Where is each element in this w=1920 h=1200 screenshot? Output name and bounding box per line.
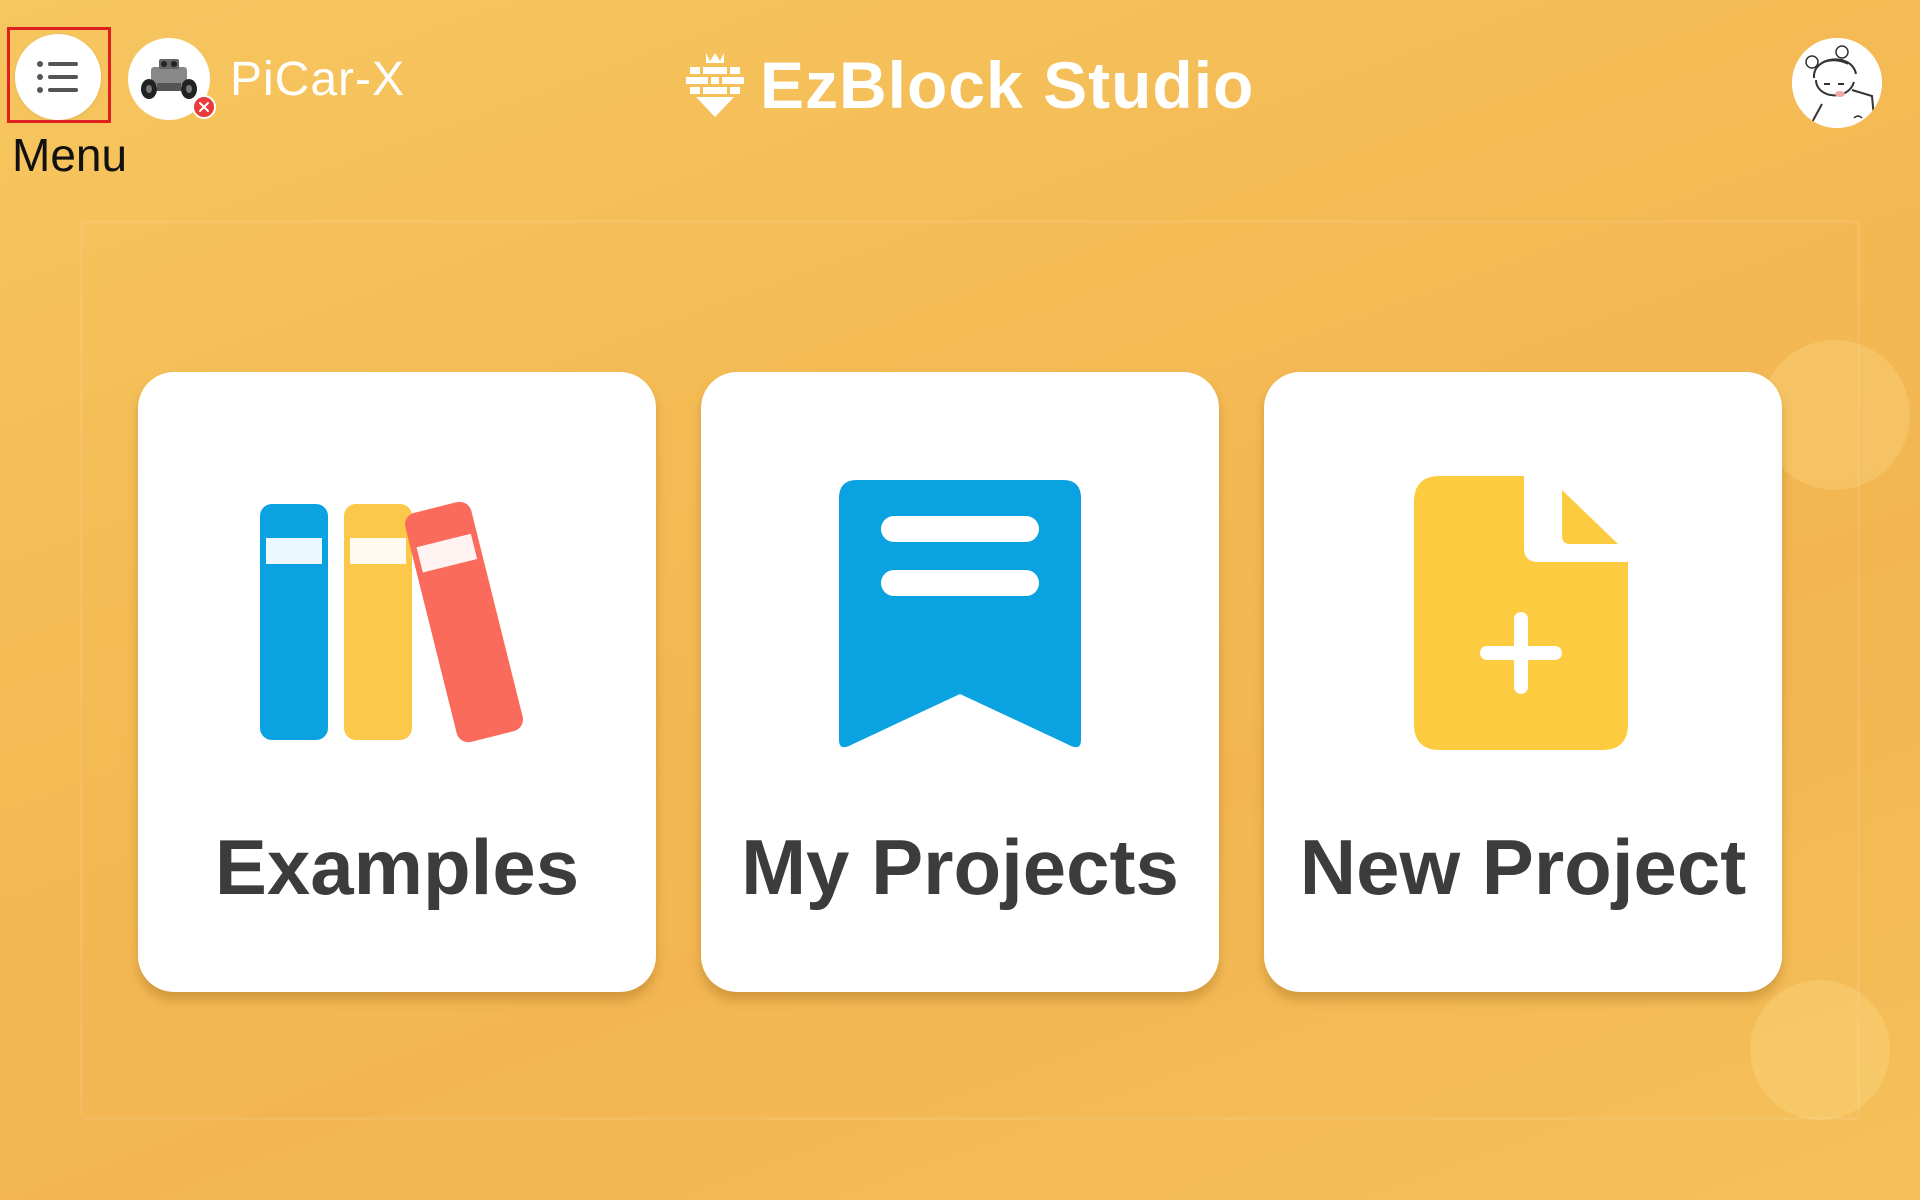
new-file-icon [1414, 476, 1628, 750]
user-avatar[interactable] [1792, 38, 1882, 128]
background-blob [1750, 980, 1890, 1120]
examples-card[interactable]: Examples [138, 372, 656, 992]
bookmark-icon [839, 480, 1081, 748]
new-project-card[interactable]: New Project [1264, 372, 1782, 992]
disconnected-status-icon [192, 95, 216, 119]
robot-car-icon [141, 59, 197, 99]
examples-card-label: Examples [214, 823, 580, 911]
background-blob [1760, 340, 1910, 490]
new-project-card-label: New Project [1299, 823, 1747, 911]
avatar-illustration-icon [1792, 38, 1882, 128]
device-name: PiCar-X [230, 53, 406, 106]
close-icon [199, 102, 209, 112]
brand: EzBlock Studio [686, 45, 1254, 125]
books-icon [260, 501, 523, 743]
my-projects-card-label: My Projects [741, 823, 1179, 911]
menu-highlight-box [7, 27, 111, 123]
app-title: EzBlock Studio [760, 48, 1255, 122]
ezblock-logo-icon [686, 53, 744, 117]
my-projects-card[interactable]: My Projects [701, 372, 1219, 992]
menu-annotation-label: Menu [12, 129, 128, 181]
